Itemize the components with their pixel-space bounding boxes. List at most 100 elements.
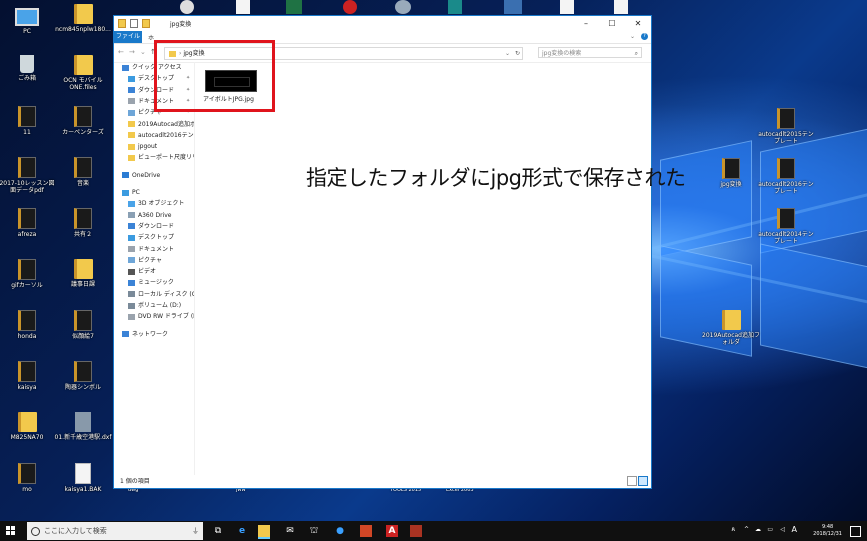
app-icon[interactable] — [504, 0, 522, 14]
volume-icon[interactable]: ◁ — [780, 526, 785, 533]
task-view-icon[interactable]: ⧉ — [212, 525, 224, 537]
chevron-up-icon[interactable]: ^ — [744, 526, 749, 533]
desktop-icon[interactable]: 音楽 — [53, 157, 113, 187]
app-icon[interactable] — [180, 0, 194, 14]
sidebar-item[interactable]: PC — [122, 189, 140, 197]
sidebar-item[interactable]: ビューポート尺度リリック — [128, 154, 194, 162]
sidebar-item[interactable]: ドキュメント — [128, 246, 174, 254]
desktop-icon[interactable]: PC — [0, 4, 57, 35]
autodesk-icon[interactable] — [448, 0, 462, 14]
mail-icon[interactable]: ✉ — [284, 525, 296, 537]
sidebar-item[interactable]: ネットワーク — [122, 331, 168, 339]
sidebar-item[interactable]: A360 Drive — [128, 212, 171, 220]
sidebar-item[interactable]: autocadlt2016テンプ — [128, 132, 194, 140]
file-icon[interactable] — [236, 0, 250, 14]
folder-icon — [18, 310, 36, 331]
forward-arrow-icon[interactable]: → — [129, 48, 135, 56]
file-icon[interactable] — [560, 0, 574, 14]
app-icon[interactable] — [410, 525, 422, 537]
sidebar-item[interactable]: デスクトップ — [128, 234, 174, 242]
desktop-icon[interactable]: 似顔絵7 — [53, 310, 113, 340]
desktop-icon[interactable]: afreza — [0, 208, 57, 238]
sidebar-item[interactable]: jpgout — [128, 143, 157, 151]
sidebar-item[interactable]: DVD RW ドライブ (E:) — [128, 313, 194, 321]
desktop-icon[interactable]: honda — [0, 310, 57, 340]
taskbar-search-input[interactable]: ここに入力して検索 ⏚ — [27, 522, 203, 540]
tab-file[interactable]: ファイル — [114, 31, 142, 43]
desktop-icon[interactable]: カーペンターズ — [53, 106, 113, 136]
sidebar-item-label: ピクチャ — [138, 256, 162, 264]
edge-icon[interactable]: e — [236, 525, 248, 537]
sidebar-item[interactable]: ローカル ディスク (C:) — [128, 291, 194, 299]
details-view-icon[interactable] — [627, 476, 637, 486]
clock-date: 2018/12/31 — [813, 531, 842, 537]
desktop-icon[interactable]: 11 — [0, 106, 57, 136]
network-icon[interactable]: ▭ — [767, 526, 773, 533]
back-arrow-icon[interactable]: ← — [118, 48, 124, 56]
properties-icon[interactable] — [130, 19, 138, 28]
desktop-icon-label: 似顔絵7 — [72, 333, 94, 340]
sidebar-item[interactable]: 3D オブジェクト — [128, 200, 184, 208]
recent-chevron-icon[interactable]: ⌄ — [140, 48, 146, 56]
cloud-icon[interactable]: ☁ — [755, 526, 761, 533]
autocad-icon[interactable]: A — [386, 525, 398, 537]
desktop-icon[interactable]: OCN モバイル ONE.files — [53, 55, 113, 91]
sidebar-item[interactable]: ボリューム (D:) — [128, 302, 181, 310]
sidebar-item[interactable]: ビデオ — [128, 268, 156, 276]
minimize-button[interactable]: – — [573, 16, 599, 31]
help-icon[interactable]: ? — [641, 33, 648, 40]
file-icon[interactable] — [614, 0, 628, 14]
desktop-icon[interactable]: M825NA70 — [0, 412, 57, 441]
app-icon[interactable]: ● — [334, 525, 346, 537]
microphone-icon[interactable]: ⏚ — [192, 522, 199, 540]
excel-icon[interactable] — [286, 0, 302, 14]
sidebar-item[interactable]: OneDrive — [122, 172, 160, 180]
desktop-icon-2019autocad[interactable]: 2019Autocad追加フォルダ — [701, 310, 761, 346]
chevron-down-icon[interactable]: ⌄ — [505, 48, 510, 59]
desktop-icon[interactable]: ごみ箱 — [0, 55, 57, 82]
start-button[interactable] — [6, 526, 16, 536]
desktop-icon[interactable]: 01.新千歳空港駅.dxf — [53, 412, 113, 441]
refresh-icon[interactable]: ↻ — [515, 48, 520, 59]
new-folder-icon[interactable] — [142, 19, 150, 28]
sidebar-item[interactable]: ミュージック — [128, 279, 174, 287]
close-button[interactable]: ✕ — [625, 16, 651, 31]
people-icon[interactable]: ጸ — [731, 526, 735, 534]
desktop-icon[interactable]: 共有２ — [53, 208, 113, 238]
maximize-button[interactable]: ☐ — [599, 16, 625, 31]
desktop-icon-jpg-convert[interactable]: jpg変換 — [701, 158, 761, 188]
sidebar-item[interactable]: ピクチャ — [128, 257, 162, 265]
desktop-icon[interactable]: mo — [0, 463, 57, 493]
app-icon[interactable] — [395, 0, 411, 14]
large-icons-view-icon[interactable] — [638, 476, 648, 486]
desktop-icon[interactable]: ncm845nplw180... — [53, 4, 113, 33]
ime-indicator[interactable]: A — [792, 525, 797, 534]
picture-icon — [128, 257, 135, 264]
desktop-icon[interactable]: kaisya — [0, 361, 57, 391]
title-bar[interactable]: jpg変換 – ☐ ✕ — [114, 16, 651, 31]
desktop-icon-label: 11 — [23, 129, 31, 136]
search-placeholder: jpg変換の検索 — [542, 50, 582, 57]
navigation-pane[interactable]: クイック アクセス デスクトップ ✦ ダウンロード ✦ ドキュメント ✦ ピクチャ ✦ 2019A… — [114, 62, 194, 475]
store-icon[interactable]: ⛫ — [308, 525, 320, 537]
sidebar-item[interactable]: ダウンロード — [128, 223, 174, 231]
file-explorer-icon[interactable] — [258, 525, 270, 539]
app-icon[interactable] — [343, 0, 357, 14]
folder-icon — [18, 106, 36, 127]
sidebar-item[interactable]: 2019Autocad追加ボタン — [128, 121, 194, 129]
desktop-icon[interactable]: 陶器シンボル — [53, 361, 113, 391]
clock[interactable]: 9:48 2018/12/31 — [813, 524, 842, 538]
action-center-icon[interactable] — [850, 526, 861, 537]
powerpoint-icon[interactable] — [360, 525, 372, 537]
desktop-icon[interactable]: kaisya1.BAK — [53, 463, 113, 493]
desktop-icon[interactable]: 議事日課 — [53, 259, 113, 288]
desktop-icon-autocadlt2016[interactable]: autocadlt2016テンプレート — [756, 158, 816, 195]
search-input[interactable]: jpg変換の検索 ⌕ — [538, 47, 642, 58]
file-list[interactable]: アイボルトJPG.jpg 指定したフォルダにjpg形式で保存された — [194, 62, 686, 475]
chevron-down-icon[interactable]: ⌄ — [630, 33, 635, 40]
desktop-icon[interactable]: 2017-10レッスン図面データpdf — [0, 157, 57, 194]
desktop-icon[interactable]: gifカーソル — [0, 259, 57, 289]
desktop-icon-autocadlt2014[interactable]: autocadlt2014テンプレート — [756, 208, 816, 245]
desktop-icon-autocadlt2015[interactable]: autocadlt2015テンプレート — [756, 108, 816, 145]
sidebar-item-label: jpgout — [138, 143, 158, 151]
